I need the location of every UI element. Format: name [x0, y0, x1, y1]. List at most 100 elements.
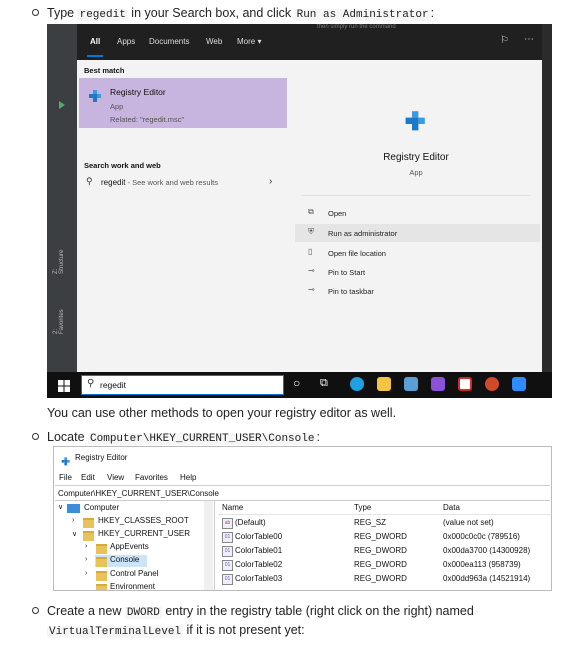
tab-more[interactable]: More ▾	[237, 37, 261, 46]
row-type: REG_SZ	[354, 518, 387, 527]
row-type: REG_DWORD	[354, 532, 407, 541]
windows-start-icon[interactable]	[58, 379, 70, 392]
feedback-icon[interactable]: ⚐	[500, 35, 509, 46]
address-bar[interactable]: Computer\HKEY_CURRENT_USER\Console	[55, 485, 550, 501]
table-row[interactable]: 01 ColorTable02 REG_DWORD 0x000ea113 (95…	[218, 558, 551, 572]
more-options-icon[interactable]: ⋯	[524, 34, 534, 45]
result-related[interactable]: Related: "regedit.msc"	[110, 115, 184, 124]
web-query: regedit	[101, 178, 126, 187]
tree-console[interactable]: Console	[110, 555, 139, 564]
action-pin-taskbar-label: Pin to taskbar	[328, 287, 374, 296]
dword-value-icon: 01	[222, 532, 233, 543]
search-topbar: then simply run the command All Apps Doc…	[77, 24, 542, 60]
chevron-down-icon: ▾	[257, 37, 262, 46]
action-open[interactable]: ⧉ Open	[302, 205, 532, 222]
table-row[interactable]: ab (Default) REG_SZ (value not set)	[218, 516, 551, 530]
detail-divider	[302, 195, 530, 196]
tree-control-panel[interactable]: Control Panel	[110, 569, 158, 578]
column-name[interactable]: Name	[222, 503, 243, 512]
action-run-as-admin-label: Run as administrator	[328, 229, 398, 238]
file-icon: ▯	[308, 247, 313, 256]
row-name: ColorTable02	[235, 560, 283, 569]
action-open-label: Open	[328, 209, 347, 218]
row-name: ColorTable00	[235, 532, 283, 541]
expand-console-icon[interactable]: ›	[85, 556, 87, 563]
web-result-item[interactable]: ⚲ regedit - See work and web results ›	[79, 174, 287, 192]
folder-icon	[96, 544, 107, 554]
best-match-label: Best match	[84, 66, 125, 75]
code-virtual-terminal-level: VirtualTerminalLevel	[47, 626, 184, 638]
zoom-icon[interactable]	[512, 377, 526, 391]
menu-favorites[interactable]: Favorites	[135, 473, 168, 482]
bullet-1	[32, 9, 39, 16]
ide-side-strip: Z: Structure 2: Favorites	[47, 24, 77, 372]
tree-scrollbar[interactable]	[204, 501, 213, 590]
taskbar-search-box[interactable]: ⚲ regedit	[81, 375, 284, 395]
task-view-icon[interactable]: ⧉	[320, 377, 328, 390]
step3-suffix: if it is not present yet:	[186, 623, 305, 637]
table-row[interactable]: 01 ColorTable03 REG_DWORD 0x00dd963a (14…	[218, 572, 551, 586]
dword-value-icon: 01	[222, 560, 233, 571]
bullet-3	[32, 607, 39, 614]
folder-icon	[83, 518, 94, 528]
row-type: REG_DWORD	[354, 560, 407, 569]
open-icon: ⧉	[308, 207, 314, 216]
tree-appevents[interactable]: AppEvents	[110, 542, 149, 551]
tab-web[interactable]: Web	[206, 37, 222, 46]
tab-apps[interactable]: Apps	[117, 37, 135, 46]
row-data: 0x00da3700 (14300928)	[443, 546, 531, 555]
pin-icon: ⊸	[308, 266, 315, 275]
teams-icon[interactable]	[431, 377, 445, 391]
bullet-2	[32, 433, 39, 440]
powerpoint-icon[interactable]	[485, 377, 499, 391]
column-data[interactable]: Data	[443, 503, 460, 512]
expand-control-panel-icon[interactable]: ›	[85, 570, 87, 577]
pdf-icon[interactable]	[458, 377, 472, 391]
tab-all-underline	[87, 55, 103, 57]
expand-hkcu-icon[interactable]: ∨	[72, 530, 77, 538]
tab-documents[interactable]: Documents	[149, 37, 189, 46]
menu-help[interactable]: Help	[180, 473, 196, 482]
row-type: REG_DWORD	[354, 574, 407, 583]
background-snippet: then simply run the command	[317, 24, 396, 30]
step2-line: Locate Computer\HKEY_CURRENT_USER\Consol…	[47, 429, 320, 447]
search-icon: ⚲	[86, 176, 93, 186]
ide-right-strip	[542, 24, 552, 372]
action-pin-taskbar[interactable]: ⊸ Pin to taskbar	[302, 283, 532, 300]
taskbar-search-value[interactable]: regedit	[100, 380, 126, 390]
action-run-as-admin[interactable]: ⛨ Run as administrator	[295, 224, 540, 242]
table-row[interactable]: 01 ColorTable00 REG_DWORD 0x000c0c0c (78…	[218, 530, 551, 544]
cortana-icon[interactable]: ○	[293, 376, 300, 390]
step3-line-1: Create a new DWORD entry in the registry…	[47, 603, 474, 621]
regedit-title-icon	[61, 453, 71, 466]
edge-icon[interactable]	[350, 377, 364, 391]
tab-more-label: More	[237, 37, 256, 46]
menu-edit[interactable]: Edit	[81, 473, 95, 482]
menu-view[interactable]: View	[107, 473, 124, 482]
expand-appevents-icon[interactable]: ›	[85, 543, 87, 550]
snipping-tool-icon[interactable]	[404, 377, 418, 391]
file-explorer-icon[interactable]	[377, 377, 391, 391]
step3-prefix: Create a new	[47, 604, 122, 618]
dword-value-icon: 01	[222, 574, 233, 585]
expand-hkcr-icon[interactable]: ›	[72, 517, 74, 524]
registry-editor-icon	[88, 88, 103, 103]
best-match-item[interactable]: Registry Editor App Related: "regedit.ms…	[79, 78, 287, 128]
action-pin-start[interactable]: ⊸ Pin to Start	[302, 264, 532, 281]
tree-environment[interactable]: Environment	[110, 582, 155, 590]
expand-computer-icon[interactable]: ∨	[58, 503, 63, 511]
step1-suffix: :	[430, 6, 435, 20]
column-type[interactable]: Type	[354, 503, 371, 512]
menu-file[interactable]: File	[59, 473, 72, 482]
table-row[interactable]: 01 ColorTable01 REG_DWORD 0x00da3700 (14…	[218, 544, 551, 558]
tab-all[interactable]: All	[90, 37, 100, 46]
tree-hkcr[interactable]: HKEY_CLASSES_ROOT	[98, 516, 189, 525]
step1-line: Type regedit in your Search box, and cli…	[47, 5, 434, 23]
tree-computer[interactable]: Computer	[84, 503, 119, 512]
row-name: (Default)	[235, 518, 266, 527]
row-data: (value not set)	[443, 518, 494, 527]
regedit-window-title: Registry Editor	[75, 453, 128, 462]
action-open-file-location[interactable]: ▯ Open file location	[302, 245, 532, 262]
taskbar-search-icon: ⚲	[87, 378, 95, 389]
tree-hkcu[interactable]: HKEY_CURRENT_USER	[98, 529, 190, 538]
